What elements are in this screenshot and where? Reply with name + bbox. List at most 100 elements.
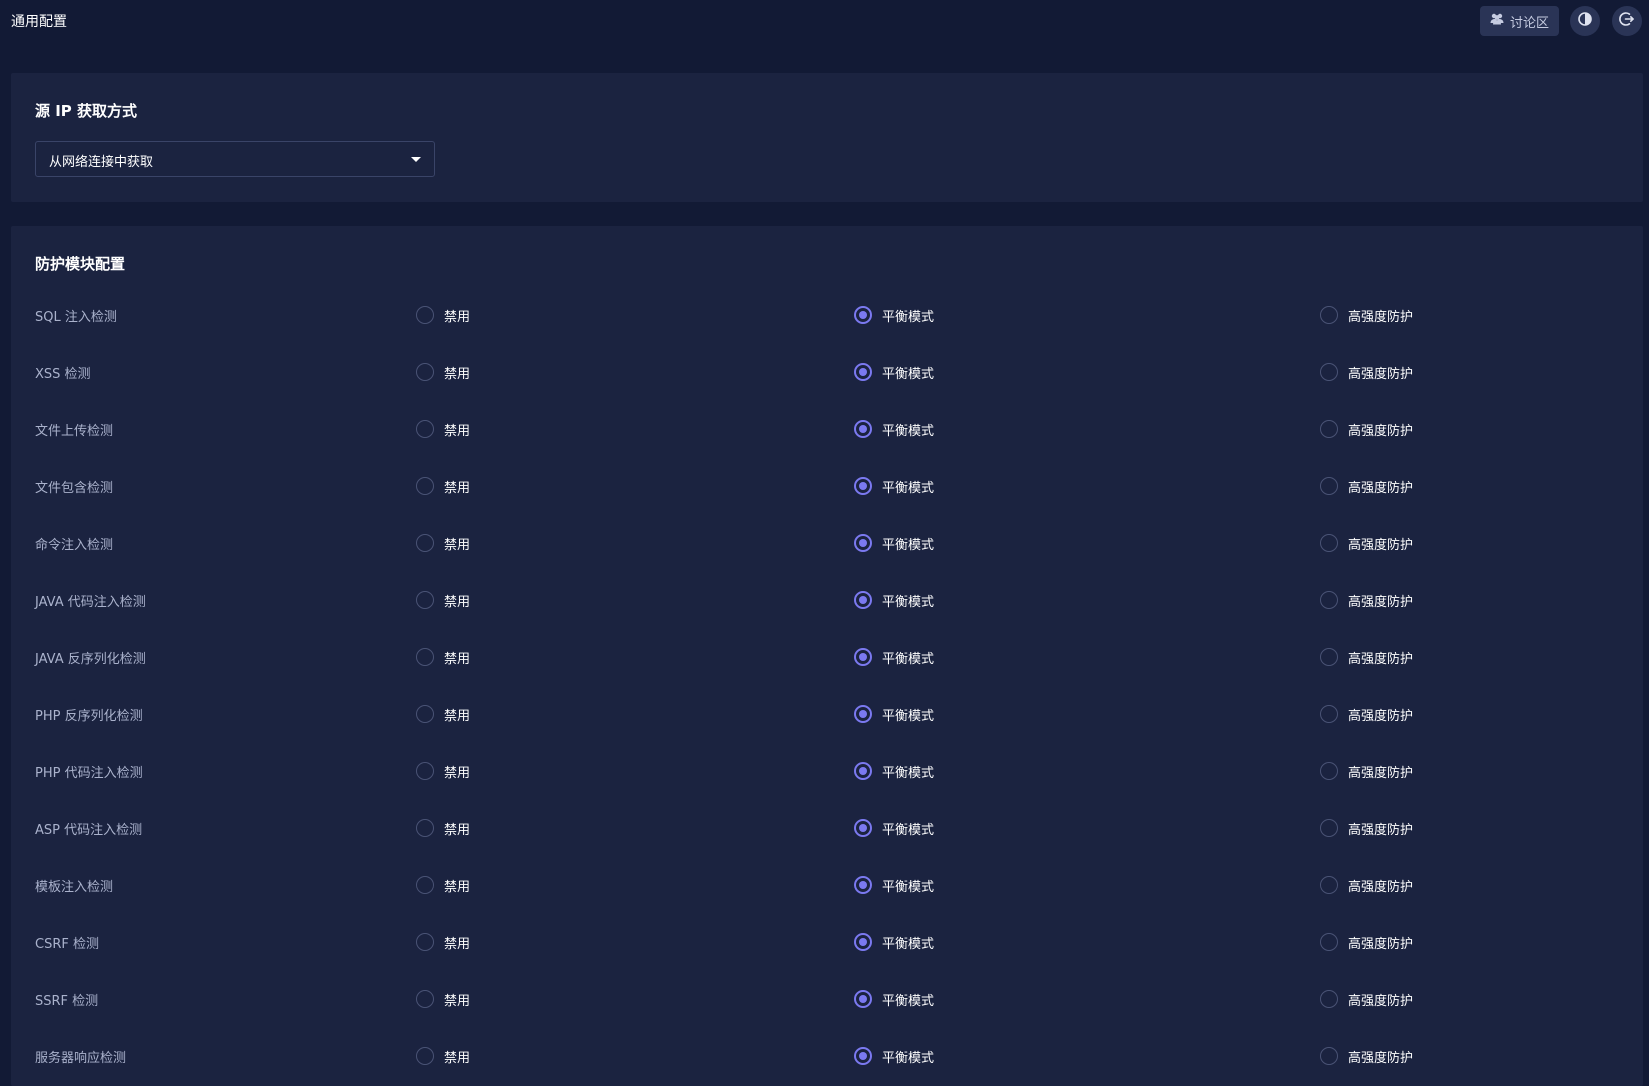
radio-option-label: 高强度防护 [1348,651,1414,667]
radio-option[interactable]: 平衡模式 [854,305,934,325]
radio-option-label: 禁用 [444,423,471,439]
theme-toggle-button[interactable] [1570,6,1600,36]
radio-unchecked-icon[interactable] [1320,648,1338,666]
radio-option[interactable]: 平衡模式 [854,704,934,724]
radio-checked-icon[interactable] [854,306,872,324]
radio-unchecked-icon[interactable] [416,933,434,951]
radio-option[interactable]: 高强度防护 [1320,533,1413,553]
radio-option-label: 高强度防护 [1348,1050,1414,1066]
radio-checked-icon[interactable] [854,648,872,666]
radio-option[interactable]: 高强度防护 [1320,761,1413,781]
radio-unchecked-icon[interactable] [1320,363,1338,381]
radio-option[interactable]: 禁用 [416,419,470,439]
radio-option[interactable]: 平衡模式 [854,875,934,895]
radio-unchecked-icon[interactable] [1320,477,1338,495]
radio-checked-icon[interactable] [854,933,872,951]
radio-unchecked-icon[interactable] [1320,762,1338,780]
radio-unchecked-icon[interactable] [1320,420,1338,438]
radio-option[interactable]: 禁用 [416,590,470,610]
radio-option[interactable]: 禁用 [416,305,470,325]
radio-option[interactable]: 高强度防护 [1320,419,1413,439]
radio-option[interactable]: 高强度防护 [1320,875,1413,895]
radio-checked-icon[interactable] [854,990,872,1008]
radio-option[interactable]: 高强度防护 [1320,362,1413,382]
radio-unchecked-icon[interactable] [416,762,434,780]
radio-unchecked-icon[interactable] [416,876,434,894]
radio-option[interactable]: 平衡模式 [854,1046,934,1066]
radio-checked-icon[interactable] [854,762,872,780]
radio-option[interactable]: 禁用 [416,647,470,667]
radio-option-label: 平衡模式 [882,537,935,553]
protection-row-label: XSS 检测 [35,367,91,382]
radio-checked-icon[interactable] [854,705,872,723]
radio-option[interactable]: 高强度防护 [1320,704,1413,724]
radio-option[interactable]: 禁用 [416,533,470,553]
radio-option-label: 平衡模式 [882,423,935,439]
radio-option[interactable]: 禁用 [416,875,470,895]
radio-option[interactable]: 平衡模式 [854,932,934,952]
radio-unchecked-icon[interactable] [1320,591,1338,609]
radio-checked-icon[interactable] [854,477,872,495]
radio-option[interactable]: 高强度防护 [1320,647,1413,667]
radio-option-label: 高强度防护 [1348,879,1414,895]
radio-unchecked-icon[interactable] [1320,534,1338,552]
radio-option[interactable]: 高强度防护 [1320,476,1413,496]
radio-unchecked-icon[interactable] [416,477,434,495]
radio-unchecked-icon[interactable] [416,420,434,438]
radio-option[interactable]: 高强度防护 [1320,305,1413,325]
radio-option[interactable]: 高强度防护 [1320,989,1413,1009]
radio-option[interactable]: 平衡模式 [854,419,934,439]
radio-checked-icon[interactable] [854,819,872,837]
radio-unchecked-icon[interactable] [1320,1047,1338,1065]
radio-checked-icon[interactable] [854,876,872,894]
radio-option[interactable]: 平衡模式 [854,362,934,382]
radio-unchecked-icon[interactable] [416,1047,434,1065]
radio-option[interactable]: 高强度防护 [1320,590,1413,610]
radio-option-label: 平衡模式 [882,879,935,895]
radio-option[interactable]: 高强度防护 [1320,932,1413,952]
radio-option[interactable]: 平衡模式 [854,647,934,667]
radio-unchecked-icon[interactable] [1320,933,1338,951]
radio-checked-icon[interactable] [854,591,872,609]
radio-option[interactable]: 禁用 [416,818,470,838]
radio-option[interactable]: 禁用 [416,761,470,781]
radio-checked-icon[interactable] [854,420,872,438]
radio-option[interactable]: 平衡模式 [854,476,934,496]
radio-unchecked-icon[interactable] [416,705,434,723]
radio-checked-icon[interactable] [854,363,872,381]
protection-row-label: 模板注入检测 [35,880,114,895]
radio-option[interactable]: 高强度防护 [1320,818,1413,838]
radio-option[interactable]: 禁用 [416,362,470,382]
radio-option[interactable]: 平衡模式 [854,533,934,553]
radio-unchecked-icon[interactable] [1320,306,1338,324]
radio-option[interactable]: 高强度防护 [1320,1046,1413,1066]
radio-unchecked-icon[interactable] [416,534,434,552]
page-title: 通用配置 [11,14,67,30]
radio-checked-icon[interactable] [854,534,872,552]
radio-option[interactable]: 平衡模式 [854,989,934,1009]
radio-unchecked-icon[interactable] [1320,876,1338,894]
radio-unchecked-icon[interactable] [416,363,434,381]
discussion-button[interactable]: 讨论区 [1480,6,1559,36]
radio-option[interactable]: 禁用 [416,989,470,1009]
radio-unchecked-icon[interactable] [416,306,434,324]
radio-unchecked-icon[interactable] [1320,705,1338,723]
radio-unchecked-icon[interactable] [1320,990,1338,1008]
radio-option[interactable]: 禁用 [416,932,470,952]
radio-option-label: 平衡模式 [882,1050,935,1066]
radio-unchecked-icon[interactable] [1320,819,1338,837]
radio-unchecked-icon[interactable] [416,819,434,837]
radio-option[interactable]: 平衡模式 [854,818,934,838]
radio-option[interactable]: 平衡模式 [854,761,934,781]
protection-row: JAVA 代码注入检测 禁用 平衡模式 高强度防护 [11,585,1643,615]
radio-option[interactable]: 禁用 [416,1046,470,1066]
radio-unchecked-icon[interactable] [416,648,434,666]
radio-option[interactable]: 平衡模式 [854,590,934,610]
logout-button[interactable] [1612,6,1642,36]
radio-checked-icon[interactable] [854,1047,872,1065]
radio-unchecked-icon[interactable] [416,990,434,1008]
radio-option[interactable]: 禁用 [416,476,470,496]
radio-unchecked-icon[interactable] [416,591,434,609]
radio-option[interactable]: 禁用 [416,704,470,724]
source-ip-select[interactable]: 从网络连接中获取 [35,141,435,177]
